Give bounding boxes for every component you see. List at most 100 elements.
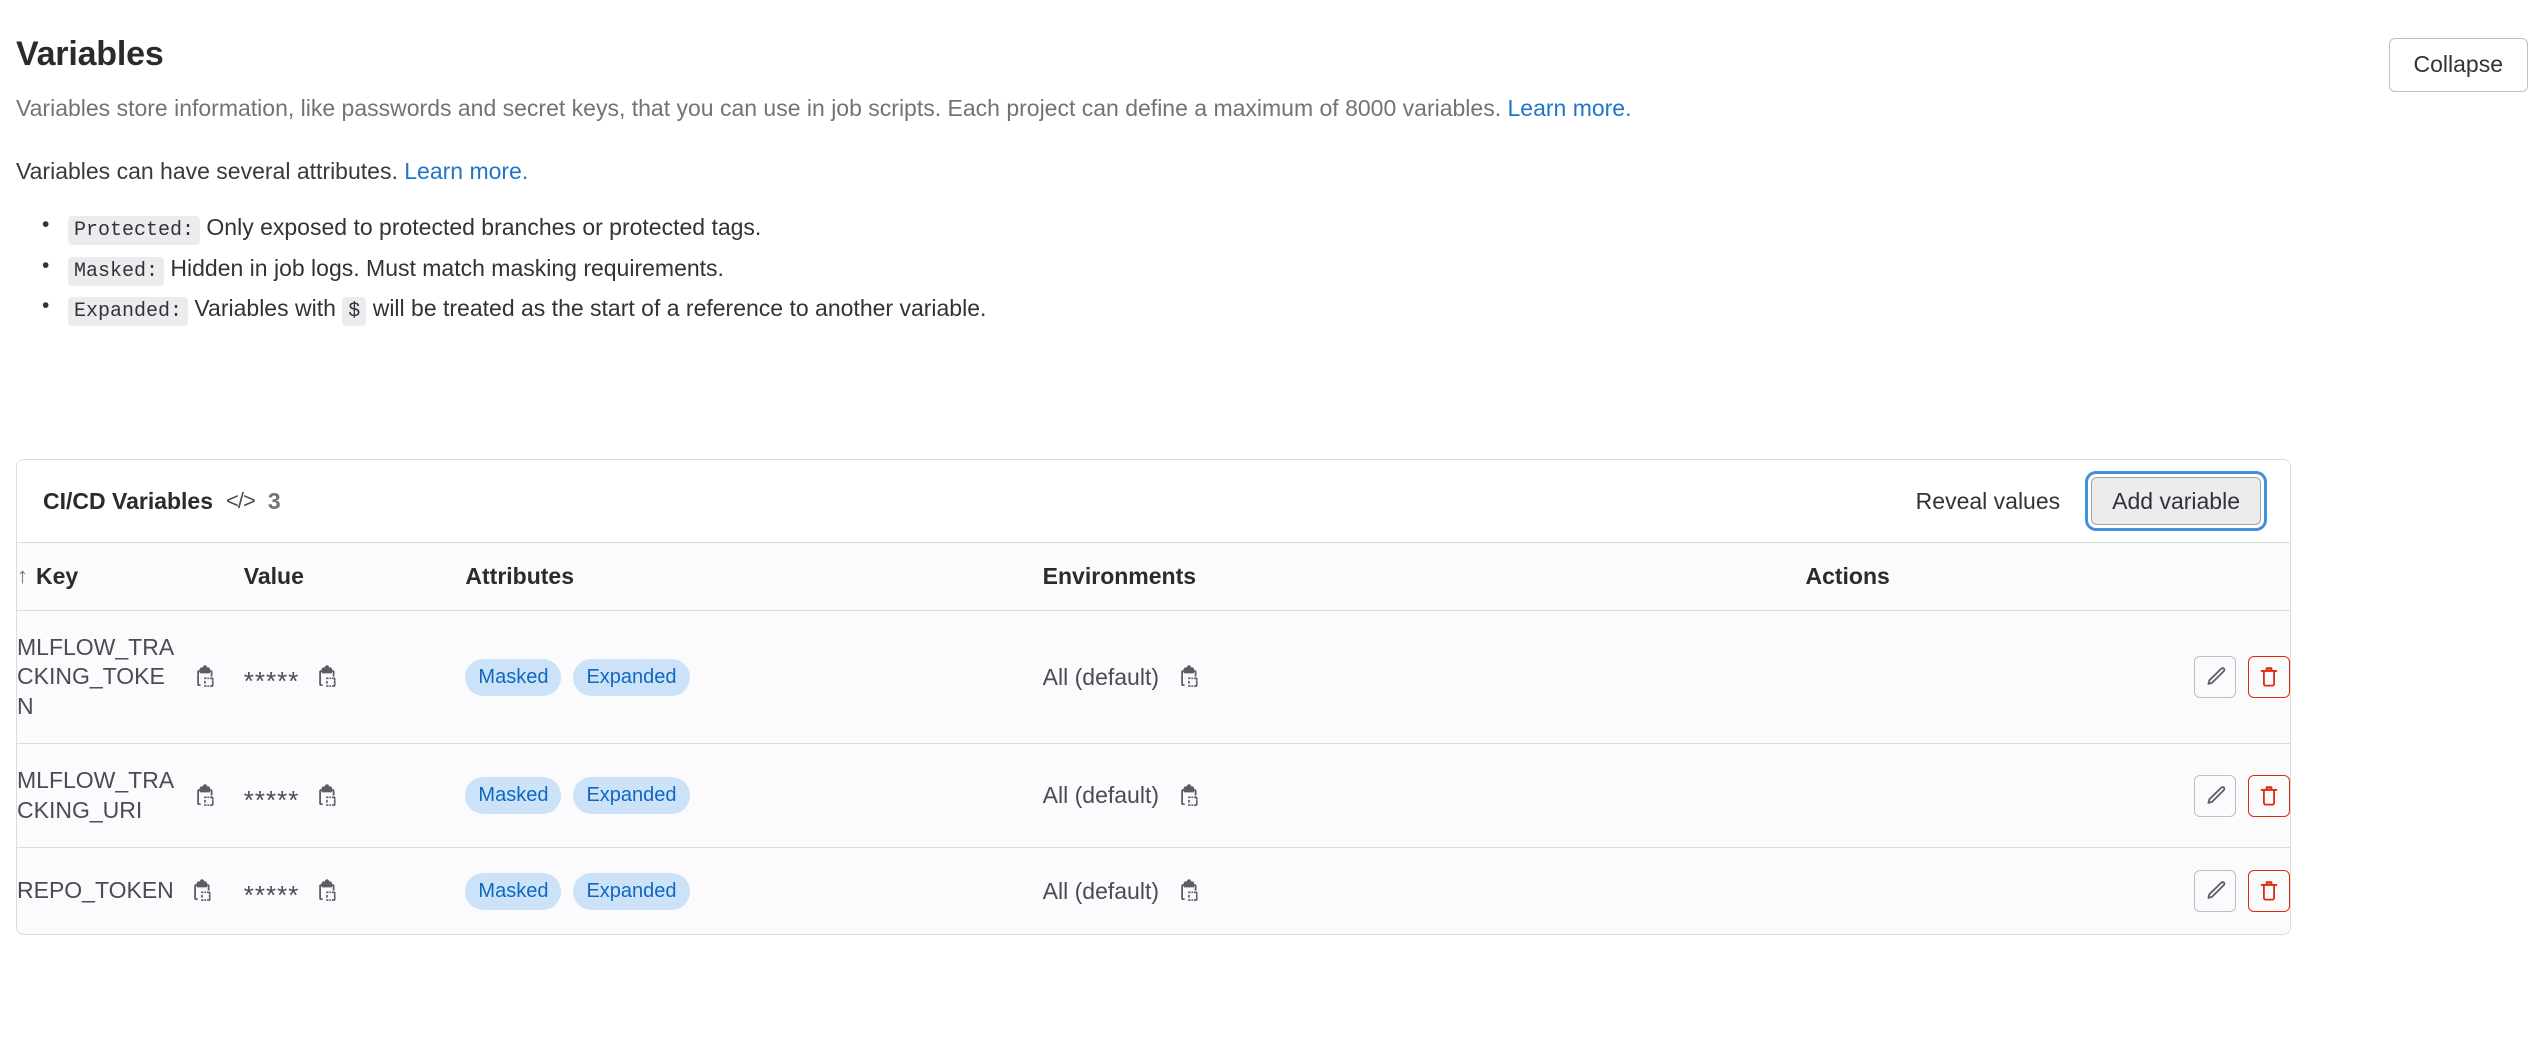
- row-actions: [1805, 774, 2290, 817]
- value-cell: *****: [244, 877, 466, 908]
- page-title: Variables: [16, 35, 164, 73]
- delete-variable-button[interactable]: [2248, 774, 2290, 817]
- value-cell: *****: [243, 663, 466, 697]
- add-variable-focus-ring: Add variable: [2088, 474, 2264, 528]
- attribute-description-tail: will be treated as the start of a refere…: [366, 295, 987, 322]
- reveal-values-button[interactable]: Reveal values: [1914, 484, 2062, 519]
- variables-description-text: Variables store information, like passwo…: [16, 95, 1508, 122]
- pencil-icon: [2207, 785, 2226, 804]
- copy-value-button[interactable]: [313, 663, 341, 691]
- status-badge: Expanded: [573, 777, 690, 815]
- row-actions: [1805, 656, 2290, 699]
- code-icon: </>: [226, 488, 256, 513]
- copy-icon: [319, 879, 336, 902]
- variable-key: REPO_TOKEN: [17, 877, 174, 904]
- cell-actions: [1805, 610, 2290, 745]
- variables-description: Variables store information, like passwo…: [16, 91, 2365, 126]
- delete-variable-button[interactable]: [2248, 870, 2290, 913]
- status-badge: Expanded: [573, 872, 690, 910]
- copy-icon: [1181, 665, 1198, 688]
- cell-attributes: Masked Expanded: [465, 847, 1043, 935]
- variable-key: MLFLOW_TRACKING_URI: [17, 767, 175, 823]
- cell-environments: All (default): [1042, 743, 1806, 849]
- copy-key-button[interactable]: [188, 877, 216, 905]
- copy-icon: [319, 665, 336, 688]
- cell-key: REPO_TOKEN: [17, 847, 244, 935]
- attributes-list: Protected: Only exposed to protected bra…: [16, 209, 2365, 327]
- table-row: MLFLOW_TRACKING_URI ***** Masked Expande…: [17, 743, 2290, 849]
- status-badge: Masked: [465, 872, 562, 910]
- column-header-attributes: Attributes: [465, 542, 1043, 611]
- attribute-name-code: Expanded:: [68, 297, 189, 327]
- status-badge: Masked: [465, 777, 562, 815]
- copy-environment-button[interactable]: [1175, 877, 1203, 905]
- trash-icon: [2260, 667, 2278, 687]
- attributes-intro-text: Variables can have several attributes.: [16, 157, 405, 184]
- masked-value: *****: [243, 666, 300, 697]
- pencil-icon: [2207, 881, 2226, 899]
- cell-attributes: Masked Expanded: [465, 610, 1043, 745]
- trash-icon: [2260, 881, 2278, 901]
- column-header-key[interactable]: ↑ Key: [17, 542, 244, 611]
- copy-icon: [1181, 784, 1198, 806]
- dollar-sign-code: $: [342, 297, 367, 327]
- card-title-group: CI/CD Variables </> 3: [43, 488, 281, 515]
- copy-value-button[interactable]: [313, 877, 341, 905]
- add-variable-button[interactable]: Add variable: [2091, 476, 2261, 526]
- cell-actions: [1805, 743, 2290, 849]
- cell-actions: [1805, 847, 2290, 935]
- ci-cd-variables-card: CI/CD Variables </> 3 Reveal values Add …: [16, 459, 2291, 936]
- cell-attributes: Masked Expanded: [465, 743, 1043, 849]
- copy-icon: [1181, 879, 1198, 902]
- environment-value: All (default): [1042, 782, 1159, 809]
- list-item: Masked: Hidden in job logs. Must match m…: [42, 250, 2365, 287]
- environment-value: All (default): [1042, 877, 1159, 904]
- status-badge: Expanded: [573, 658, 690, 696]
- table-row: MLFLOW_TRACKING_TOKEN ***** Masked Expan…: [17, 610, 2290, 745]
- attribute-description: Variables with: [188, 295, 343, 322]
- edit-variable-button[interactable]: [2194, 774, 2236, 817]
- value-cell: *****: [244, 782, 466, 813]
- column-header-value: Value: [243, 542, 466, 611]
- copy-key-button[interactable]: [191, 782, 219, 810]
- table-row: REPO_TOKEN ***** Masked Expanded All (de…: [17, 847, 2290, 935]
- edit-variable-button[interactable]: [2194, 656, 2236, 699]
- pencil-icon: [2207, 667, 2226, 685]
- copy-environment-button[interactable]: [1175, 663, 1203, 691]
- environment-cell: All (default): [1043, 877, 1806, 905]
- attribute-name-code: Masked:: [68, 256, 165, 286]
- variables-table: ↑ Key Value Attributes Environments Actio…: [17, 542, 2290, 935]
- list-item: Protected: Only exposed to protected bra…: [42, 209, 2365, 246]
- key-cell: REPO_TOKEN: [17, 876, 244, 905]
- edit-variable-button[interactable]: [2194, 870, 2236, 913]
- environment-value: All (default): [1042, 663, 1159, 690]
- key-cell: MLFLOW_TRACKING_TOKEN: [17, 633, 244, 721]
- sort-ascending-icon: ↑: [17, 563, 28, 588]
- column-header-environments: Environments: [1042, 542, 1806, 611]
- column-header-actions: Actions: [1805, 542, 2290, 611]
- learn-more-link-attributes[interactable]: Learn more.: [404, 158, 528, 184]
- copy-value-button[interactable]: [313, 782, 341, 810]
- copy-key-button[interactable]: [191, 663, 219, 691]
- variable-key: MLFLOW_TRACKING_TOKEN: [17, 634, 175, 719]
- trash-icon: [2260, 786, 2278, 806]
- copy-icon: [197, 665, 214, 688]
- copy-icon: [197, 784, 214, 806]
- attribute-badges: Masked Expanded: [465, 872, 1042, 910]
- cell-value: *****: [243, 743, 466, 849]
- environment-cell: All (default): [1043, 782, 1806, 810]
- cell-key: MLFLOW_TRACKING_URI: [17, 743, 244, 849]
- attributes-intro: Variables can have several attributes. L…: [16, 154, 2365, 189]
- list-item: Expanded: Variables with $ will be treat…: [42, 290, 2365, 327]
- variables-count-badge: 3: [267, 487, 281, 514]
- row-actions: [1805, 870, 2290, 913]
- attribute-description: Only exposed to protected branches or pr…: [200, 214, 762, 241]
- delete-variable-button[interactable]: [2248, 656, 2290, 699]
- column-header-key-label: Key: [36, 563, 79, 589]
- table-body: MLFLOW_TRACKING_TOKEN ***** Masked Expan…: [17, 610, 2290, 935]
- learn-more-link-variables[interactable]: Learn more.: [1507, 95, 1631, 121]
- collapse-button[interactable]: Collapse: [2388, 38, 2528, 92]
- cell-environments: All (default): [1042, 610, 1806, 745]
- variables-settings-page: Variables Variables store information, l…: [0, 0, 2544, 1054]
- copy-environment-button[interactable]: [1175, 782, 1203, 810]
